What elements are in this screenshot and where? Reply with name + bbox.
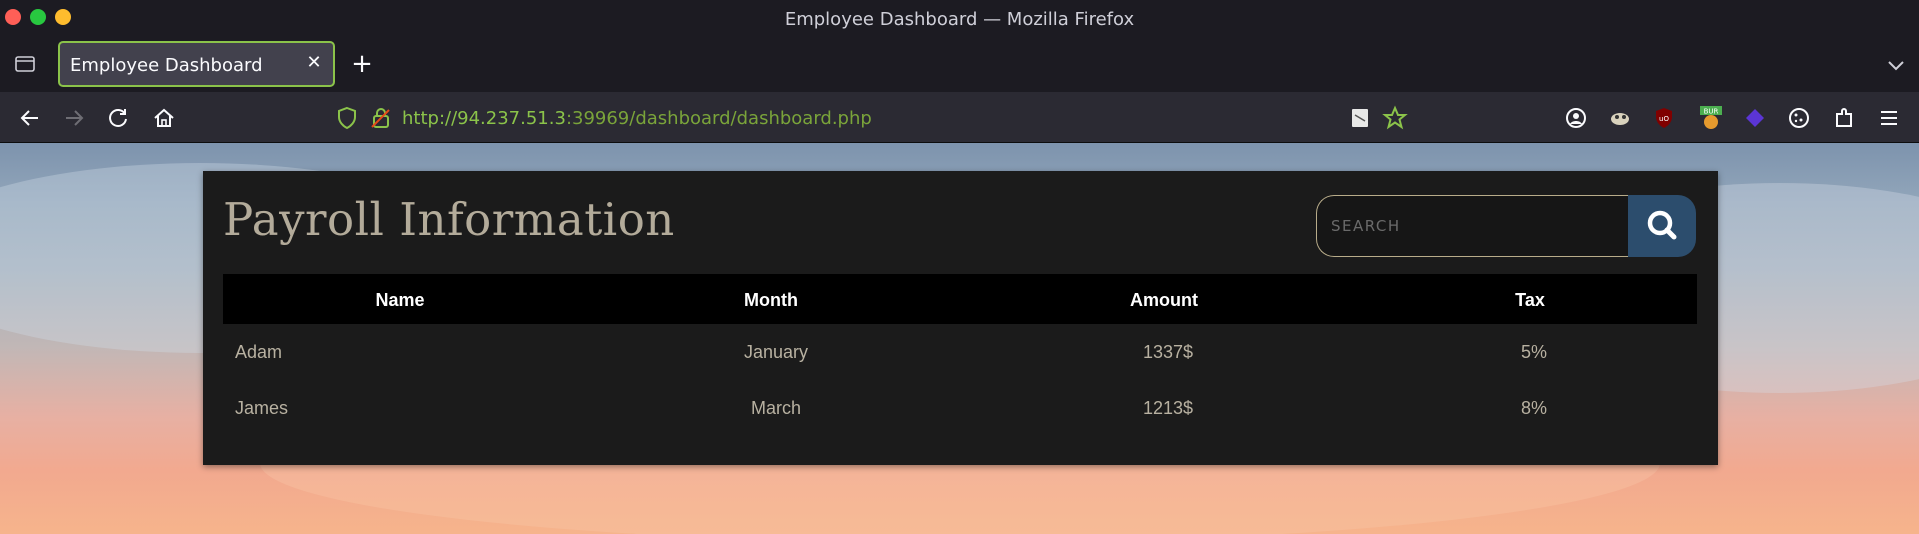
url-path: :39969/dashboard/dashboard.php bbox=[565, 108, 872, 129]
table-row: James March 1213$ 8% bbox=[223, 380, 1697, 436]
search-form bbox=[1316, 195, 1696, 257]
payroll-panel: Payroll Information Name Month Amount Ta… bbox=[203, 171, 1718, 465]
page-viewport: Payroll Information Name Month Amount Ta… bbox=[0, 143, 1919, 534]
extension-icon[interactable] bbox=[1607, 105, 1633, 131]
burp-icon[interactable]: BUR bbox=[1698, 105, 1724, 131]
table-header: Name Month Amount Tax bbox=[223, 274, 1697, 324]
url-text[interactable]: http://94.237.51.3:39969/dashboard/dashb… bbox=[402, 108, 872, 129]
account-icon[interactable] bbox=[1563, 105, 1589, 131]
page-title: Payroll Information bbox=[223, 193, 675, 246]
back-icon[interactable] bbox=[17, 105, 43, 131]
new-tab-button[interactable]: + bbox=[350, 51, 374, 77]
shield-icon[interactable] bbox=[334, 105, 360, 131]
tab-employee-dashboard[interactable]: Employee Dashboard ✕ bbox=[58, 41, 335, 87]
ublock-icon[interactable]: uO bbox=[1651, 105, 1677, 131]
search-input[interactable] bbox=[1316, 195, 1628, 257]
column-header-amount: Amount bbox=[1130, 290, 1198, 310]
search-button[interactable] bbox=[1628, 195, 1696, 257]
column-header-tax: Tax bbox=[1515, 290, 1545, 310]
wappalyzer-icon[interactable] bbox=[1742, 105, 1768, 131]
cell-amount: 1337$ bbox=[1142, 342, 1194, 362]
cell-name: James bbox=[235, 398, 289, 418]
column-header-month: Month bbox=[744, 290, 798, 310]
tab-label: Employee Dashboard bbox=[70, 55, 263, 76]
cell-month: January bbox=[743, 342, 809, 362]
cell-name: Adam bbox=[235, 342, 283, 362]
window-title: Employee Dashboard — Mozilla Firefox bbox=[784, 9, 1135, 30]
search-icon bbox=[1647, 210, 1677, 240]
chevron-down-icon[interactable] bbox=[1885, 54, 1907, 76]
extensions-icon[interactable] bbox=[1831, 105, 1857, 131]
menu-icon[interactable] bbox=[1876, 105, 1902, 131]
navigation-bar: http://94.237.51.3:39969/dashboard/dashb… bbox=[0, 92, 1919, 143]
bookmark-star-icon[interactable] bbox=[1382, 105, 1408, 131]
home-icon[interactable] bbox=[151, 105, 177, 131]
reader-icon[interactable] bbox=[1347, 105, 1373, 131]
svg-text:BUR: BUR bbox=[1704, 108, 1719, 116]
tab-list-icon[interactable] bbox=[14, 52, 36, 74]
url-bar[interactable]: http://94.237.51.3:39969/dashboard/dashb… bbox=[334, 104, 1414, 132]
cookie-icon[interactable] bbox=[1786, 105, 1812, 131]
lock-icon[interactable] bbox=[368, 105, 394, 131]
window-titlebar: Employee Dashboard — Mozilla Firefox bbox=[0, 0, 1919, 36]
reload-icon[interactable] bbox=[106, 105, 132, 131]
column-header-name: Name bbox=[375, 290, 425, 310]
cell-month: March bbox=[750, 398, 802, 418]
cell-tax: 5% bbox=[1520, 342, 1548, 362]
tab-strip: Employee Dashboard ✕ + bbox=[0, 36, 1919, 92]
cell-tax: 8% bbox=[1520, 398, 1548, 418]
url-host: http://94.237.51.3 bbox=[402, 108, 566, 129]
close-tab-icon[interactable]: ✕ bbox=[303, 52, 325, 74]
svg-text:uO: uO bbox=[1659, 115, 1669, 123]
table-row: Adam January 1337$ 5% bbox=[223, 324, 1697, 380]
forward-icon[interactable] bbox=[61, 105, 87, 131]
cell-amount: 1213$ bbox=[1142, 398, 1194, 418]
